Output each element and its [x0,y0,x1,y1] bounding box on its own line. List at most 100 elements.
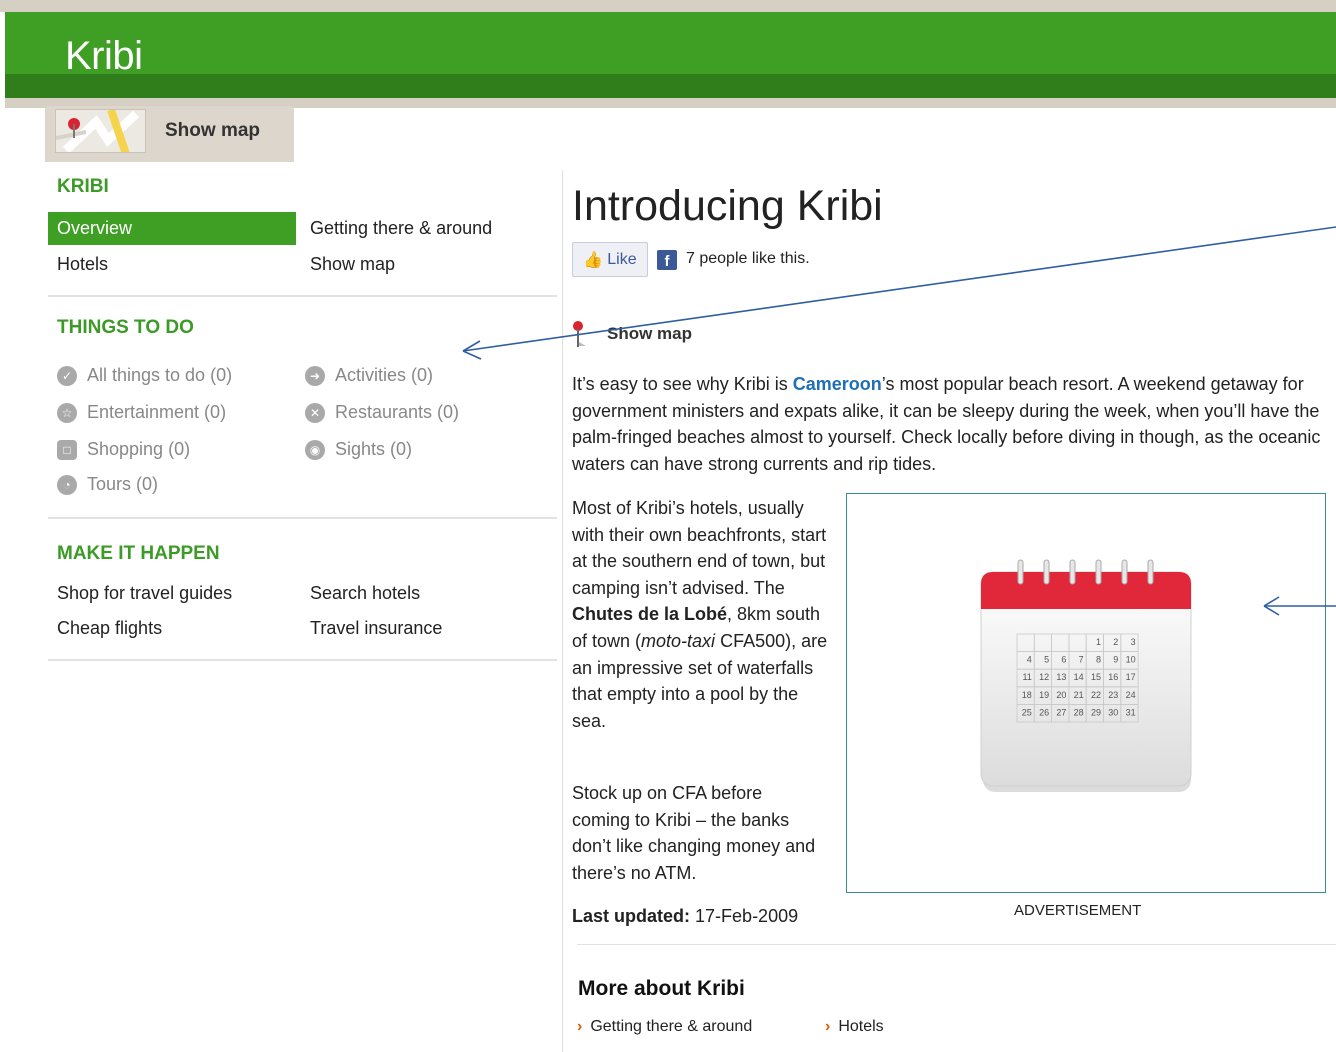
calendar-day-label: 1 [1096,637,1101,647]
show-map-tab[interactable]: Show map [45,106,294,162]
todo-restaurants-label: Restaurants (0) [335,402,460,422]
todo-restaurants[interactable]: ✕ Restaurants (0) [305,402,459,423]
nav-getting-there[interactable]: Getting there & around [310,218,492,239]
nav-overview-label: Overview [57,218,133,238]
page-title: Introducing Kribi [572,182,883,230]
thumbs-up-icon: 👍 [583,251,604,269]
calendar-day-label: 19 [1039,690,1049,700]
hotels-paragraph: Most of Kribi’s hotels, usually with the… [572,495,834,734]
link-shop-travel-guides[interactable]: Shop for travel guides [57,583,232,604]
cameroon-link[interactable]: Cameroon [793,374,882,394]
calendar-day-label: 10 [1126,655,1136,665]
todo-entertainment[interactable]: ☆ Entertainment (0) [57,402,226,423]
calendar-ring [1121,559,1128,585]
last-updated-value: 17-Feb-2009 [695,906,799,926]
calendar-icon: 1 2 34 5 6 7 8 9 1011 12 13 14 15 16 1718 19 20 21 22 23 242… [980,559,1192,792]
calendar-day-label: 7 [1079,655,1084,665]
calendar-day-label: 2 [1113,637,1118,647]
star-icon: ☆ [57,402,77,423]
nav-overview[interactable]: Overview [48,212,296,245]
bag-icon: □ [57,439,77,460]
calendar-day-label: 12 [1039,672,1049,682]
content-divider [577,944,1336,945]
facebook-icon: f [657,250,677,270]
more-link-hotels[interactable]: › Hotels [825,1018,884,1036]
calendar-day-label: 26 [1039,707,1049,717]
calendar-day-label: 29 [1091,707,1101,717]
todo-activities-label: Activities (0) [335,365,434,385]
calendar-day-label: 31 [1126,707,1136,717]
calendar-day-label: 28 [1074,707,1084,717]
map-pin-icon [573,321,586,347]
calendar-ring [1095,559,1102,585]
sidebar-divider [48,295,557,297]
advertisement-label: ADVERTISEMENT [1014,902,1142,919]
todo-entertainment-label: Entertainment (0) [87,402,227,422]
calendar-day-label: 22 [1091,690,1101,700]
chutes-name: Chutes de la Lobé [572,604,728,625]
todo-tours[interactable]: ◔ Tours (0) [57,474,158,495]
page-header-title: Kribi [65,34,143,78]
more-link-getting-there-label: Getting there & around [590,1018,753,1035]
calendar-day-label: 15 [1091,672,1101,682]
calendar-day-label: 3 [1131,637,1136,647]
calendar-day-label: 24 [1126,690,1136,700]
sidebar-divider [48,659,557,661]
calendar-ring [1069,559,1076,585]
calendar-ring [1043,559,1050,585]
todo-activities[interactable]: ➜ Activities (0) [305,365,433,386]
show-map-tab-label: Show map [165,120,261,141]
advertisement-box[interactable]: 1 2 3 4 5 6 7 8 9 10 11 12 13 14 15 16 17 18 19 20 21 22 23 24 2… [846,493,1326,893]
calendar-day-label: 20 [1056,690,1066,700]
calendar-ring [1017,559,1024,585]
calendar-day-label: 30 [1108,707,1118,717]
activity-icon: ➜ [305,365,325,386]
more-about-title: More about Kribi [578,977,745,1000]
section-title-make-it-happen: MAKE IT HAPPEN [57,543,220,564]
link-travel-insurance[interactable]: Travel insurance [310,618,442,639]
todo-all-things-label: All things to do (0) [87,365,233,385]
intro-text-start: It’s easy to see why Kribi is [572,374,793,394]
link-search-hotels[interactable]: Search hotels [310,583,420,604]
header-band [5,74,1336,98]
show-map-link[interactable]: Show map [607,324,692,344]
more-link-hotels-label: Hotels [838,1018,884,1035]
hotels-text-a: Most of Kribi’s hotels, usually with the… [572,498,827,598]
calendar-day-label: 21 [1074,690,1084,700]
last-updated-label: Last updated: [572,906,691,926]
tour-icon: ◔ [57,474,77,495]
calendar-day-label: 25 [1022,707,1032,717]
chevron-right-icon: › [825,1018,831,1035]
calendar-day-label: 5 [1044,655,1049,665]
todo-sights-label: Sights (0) [335,439,413,459]
todo-all-things[interactable]: ✓ All things to do (0) [57,365,232,386]
map-thumbnail-icon [55,109,146,153]
sidebar-divider [48,517,557,519]
calendar-day-label: 14 [1074,672,1084,682]
calendar-day-label: 9 [1113,655,1118,665]
nav-hotels[interactable]: Hotels [57,254,108,275]
todo-shopping[interactable]: □ Shopping (0) [57,439,190,460]
nav-show-map[interactable]: Show map [310,254,395,275]
like-button[interactable]: 👍 Like [572,242,648,277]
calendar-day-label: 4 [1027,655,1032,665]
more-link-getting-there[interactable]: › Getting there & around [577,1018,752,1036]
site-header: Kribi [5,12,1336,98]
link-cheap-flights[interactable]: Cheap flights [57,618,162,639]
todo-shopping-label: Shopping (0) [87,439,191,459]
calendar-day-label: 27 [1056,707,1066,717]
check-icon: ✓ [57,365,77,386]
section-title-kribi: KRIBI [57,176,109,197]
like-count-text: 7 people like this. [686,250,810,267]
todo-sights[interactable]: ◉ Sights (0) [305,439,412,460]
calendar-day-label: 16 [1108,672,1118,682]
column-divider [562,170,563,1052]
calendar-day-label: 17 [1126,672,1136,682]
intro-paragraph: It’s easy to see why Kribi is Cameroon’s… [572,371,1324,477]
like-button-label: Like [607,250,637,268]
chevron-right-icon: › [577,1018,583,1035]
eye-icon: ◉ [305,439,325,460]
last-updated: Last updated: 17-Feb-2009 [572,903,798,930]
calendar-day-label: 8 [1096,655,1101,665]
calendar-day-label: 18 [1022,690,1032,700]
